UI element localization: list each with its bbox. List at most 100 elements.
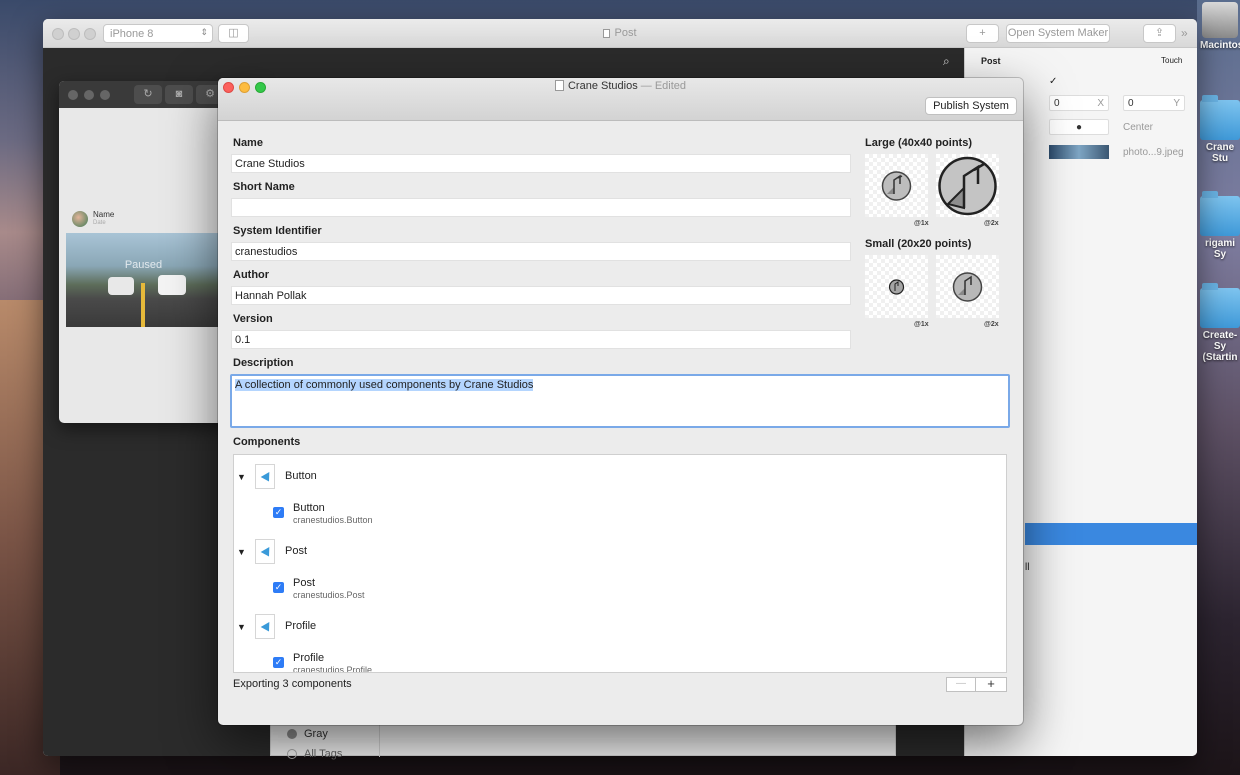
dialog-title: Crane Studios — Edited [218,80,1023,92]
image-thumbnail[interactable] [1049,145,1109,159]
desktop-icon-crane-studios[interactable]: Crane Stu [1200,95,1240,164]
folder-icon [1200,95,1240,140]
export-count: Exporting 3 components [233,678,352,690]
gray-tag-dot-icon [287,729,297,739]
y-label: Y [1173,98,1180,109]
road-line [141,283,145,327]
overflow-chevron-icon[interactable]: » [1181,26,1188,40]
zoom-button-inactive[interactable] [100,90,110,100]
tags-panel: Gray All Tags [270,724,896,760]
back-window-title-text: Post [614,27,637,39]
large-icon-label: Large (40x40 points) [865,137,972,149]
component-checkbox-profile[interactable]: ✓ [273,657,284,668]
reload-button[interactable]: ↻ [134,85,162,104]
scale-2x-label: @2x [984,220,999,227]
visible-checkmark[interactable]: ✓ [1049,76,1197,87]
component-identifier: cranestudios.Post [293,590,365,600]
disclosure-triangle-icon[interactable]: ▼ [237,547,246,557]
avatar [72,211,88,227]
scale-1x-label: @1x [914,321,929,328]
component-identifier: cranestudios.Profile [293,665,373,673]
open-system-maker-button[interactable]: Open System Maker [1006,24,1110,43]
component-identifier: cranestudios.Button [293,515,373,525]
short-name-label: Short Name [233,181,295,193]
divider [379,725,380,757]
disclosure-triangle-icon[interactable]: ▼ [237,622,246,632]
group-name: Button [285,470,317,482]
post-image[interactable]: Paused [66,233,221,327]
crane-logo-icon [888,279,905,295]
document-icon [603,29,611,38]
dialog-titlebar: Crane Studios — Edited Publish System [218,78,1023,121]
short-name-field[interactable] [231,198,851,217]
x-label: X [1097,98,1104,109]
camera-icon: ◙ [175,88,183,100]
name-field[interactable]: Crane Studios [231,154,851,173]
car-left [108,277,134,295]
scale-2x-label: @2x [984,321,999,328]
name-label: Name [233,137,263,149]
small-icon-2x-well[interactable] [936,255,999,318]
share-icon: ⇪ [1154,27,1165,39]
add-button[interactable]: + [966,24,999,43]
y-field[interactable]: 0 Y [1123,95,1185,111]
selected-row-highlight[interactable] [1025,523,1197,545]
component-group-button[interactable]: ▼ Button [234,462,1006,492]
author-field[interactable]: Hannah Pollak [231,286,851,305]
group-name: Post [285,545,308,557]
crane-logo-icon [952,272,983,302]
components-label: Components [233,436,301,448]
remove-component-button[interactable]: — [946,677,976,692]
large-icon-2x-well[interactable] [936,154,999,217]
component-name: Profile [293,652,325,664]
share-button[interactable]: ⇪ [1143,24,1176,43]
publish-system-button[interactable]: Publish System [925,97,1017,115]
author-label: Author [233,269,270,281]
desktop-icon-macintosh-hd[interactable]: Macintos [1200,2,1240,51]
component-checkbox-button[interactable]: ✓ [273,507,284,518]
large-icon-1x-well[interactable] [865,154,928,217]
all-tags-icon [287,749,297,759]
post-author-name: Name [93,210,115,219]
component-group-profile[interactable]: ▼ Profile [234,612,1006,642]
disclosure-triangle-icon[interactable]: ▼ [237,472,246,482]
desktop-icon-label: rigami Sy [1204,238,1235,260]
anchor-point-picker[interactable]: ● [1049,119,1109,135]
x-field[interactable]: 0 X [1049,95,1109,111]
component-group-post[interactable]: ▼ Post [234,537,1006,567]
desktop-icon-create-system[interactable]: Create-Sy (Startin [1200,283,1240,363]
component-name: Button [293,502,325,514]
component-file-icon [255,614,275,639]
folder-icon [1200,283,1240,328]
hard-drive-icon [1202,2,1238,38]
search-icon[interactable]: ⌕ [943,54,950,69]
description-label: Description [233,357,294,369]
reload-icon: ↻ [143,88,153,100]
system-maker-dialog: Crane Studios — Edited Publish System Na… [218,78,1023,725]
component-file-icon [255,539,275,564]
record-button[interactable]: ◙ [165,85,193,104]
small-icon-1x-well[interactable] [865,255,928,318]
minimize-button-inactive[interactable] [84,90,94,100]
description-field[interactable]: A collection of commonly used components… [230,374,1010,428]
description-text: A collection of commonly used components… [235,379,534,391]
add-component-button[interactable]: + [975,677,1007,692]
version-field[interactable]: 0.1 [231,330,851,349]
close-button-inactive[interactable] [68,90,78,100]
components-list[interactable]: ▼ Button ✓ Button cranestudios.Button ▼ … [233,454,1007,673]
y-value: 0 [1128,98,1134,109]
car-right [158,275,186,295]
dialog-title-text: Crane Studios [567,80,638,92]
crane-logo-icon [938,156,997,216]
tag-all[interactable]: All Tags [304,748,342,760]
image-file-name: photo...9.jpeg [1123,147,1184,158]
folder-icon [1200,191,1240,236]
tag-gray[interactable]: Gray [304,728,328,740]
anchor-label: Center [1123,122,1154,133]
system-identifier-field[interactable]: cranestudios [231,242,851,261]
component-checkbox-post[interactable]: ✓ [273,582,284,593]
touch-label: Touch [1161,56,1183,65]
post-date: Date [93,220,106,226]
desktop-icon-origami-system[interactable]: rigami Sy [1200,191,1240,260]
desktop-icon-label: Macintos [1200,40,1240,51]
